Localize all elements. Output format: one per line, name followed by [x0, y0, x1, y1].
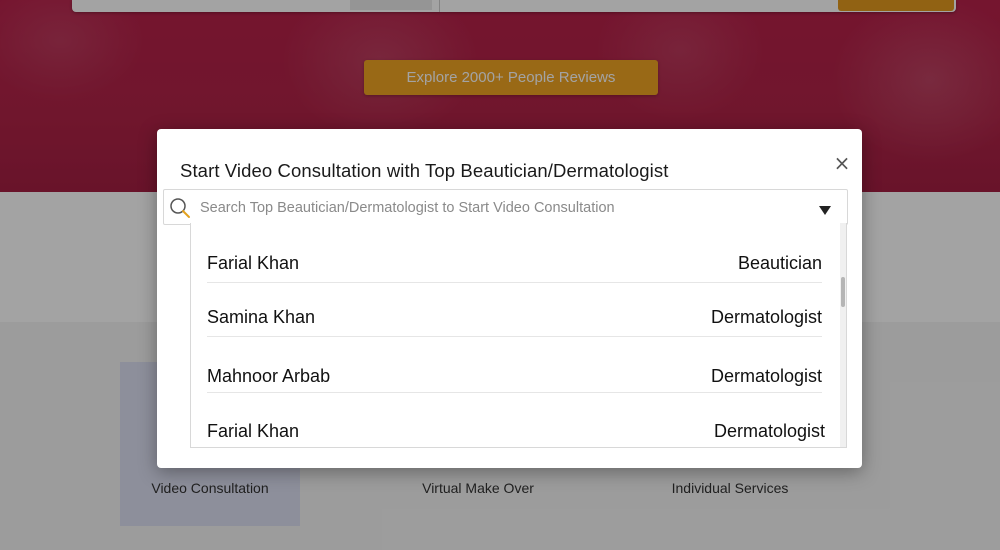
list-item[interactable]: Farial Khan Dermatologist: [207, 409, 825, 447]
consultant-specialty: Beautician: [737, 253, 822, 273]
consultant-name: Samina Khan: [207, 307, 316, 327]
row-divider: [207, 336, 822, 337]
close-icon[interactable]: ×: [830, 151, 854, 175]
search-input[interactable]: [198, 194, 802, 222]
consultant-specialty: Dermatologist: [710, 307, 822, 327]
list-item[interactable]: Mahnoor Arbab Dermatologist: [207, 353, 822, 393]
list-item[interactable]: Farial Khan Beautician: [207, 243, 822, 283]
row-divider: [207, 282, 822, 283]
consultant-name: Mahnoor Arbab: [207, 366, 331, 386]
consultant-specialty: Dermatologist: [710, 366, 822, 386]
search-results-list[interactable]: Farial Khan Beautician Samina Khan Derma…: [190, 223, 847, 448]
video-consultation-modal: Start Video Consultation with Top Beauti…: [157, 129, 862, 468]
consultant-specialty: Dermatologist: [713, 421, 825, 441]
modal-title: Start Video Consultation with Top Beauti…: [180, 160, 669, 181]
results-scrollbar[interactable]: [840, 223, 846, 447]
list-item[interactable]: Samina Khan Dermatologist: [207, 297, 822, 337]
search-icon: [170, 198, 190, 218]
consultant-search-box[interactable]: [163, 189, 848, 225]
consultant-name: Farial Khan: [207, 253, 300, 273]
chevron-down-icon[interactable]: [819, 206, 831, 215]
consultant-name: Farial Khan: [207, 421, 300, 441]
row-divider: [207, 392, 822, 393]
scrollbar-thumb[interactable]: [841, 277, 845, 307]
